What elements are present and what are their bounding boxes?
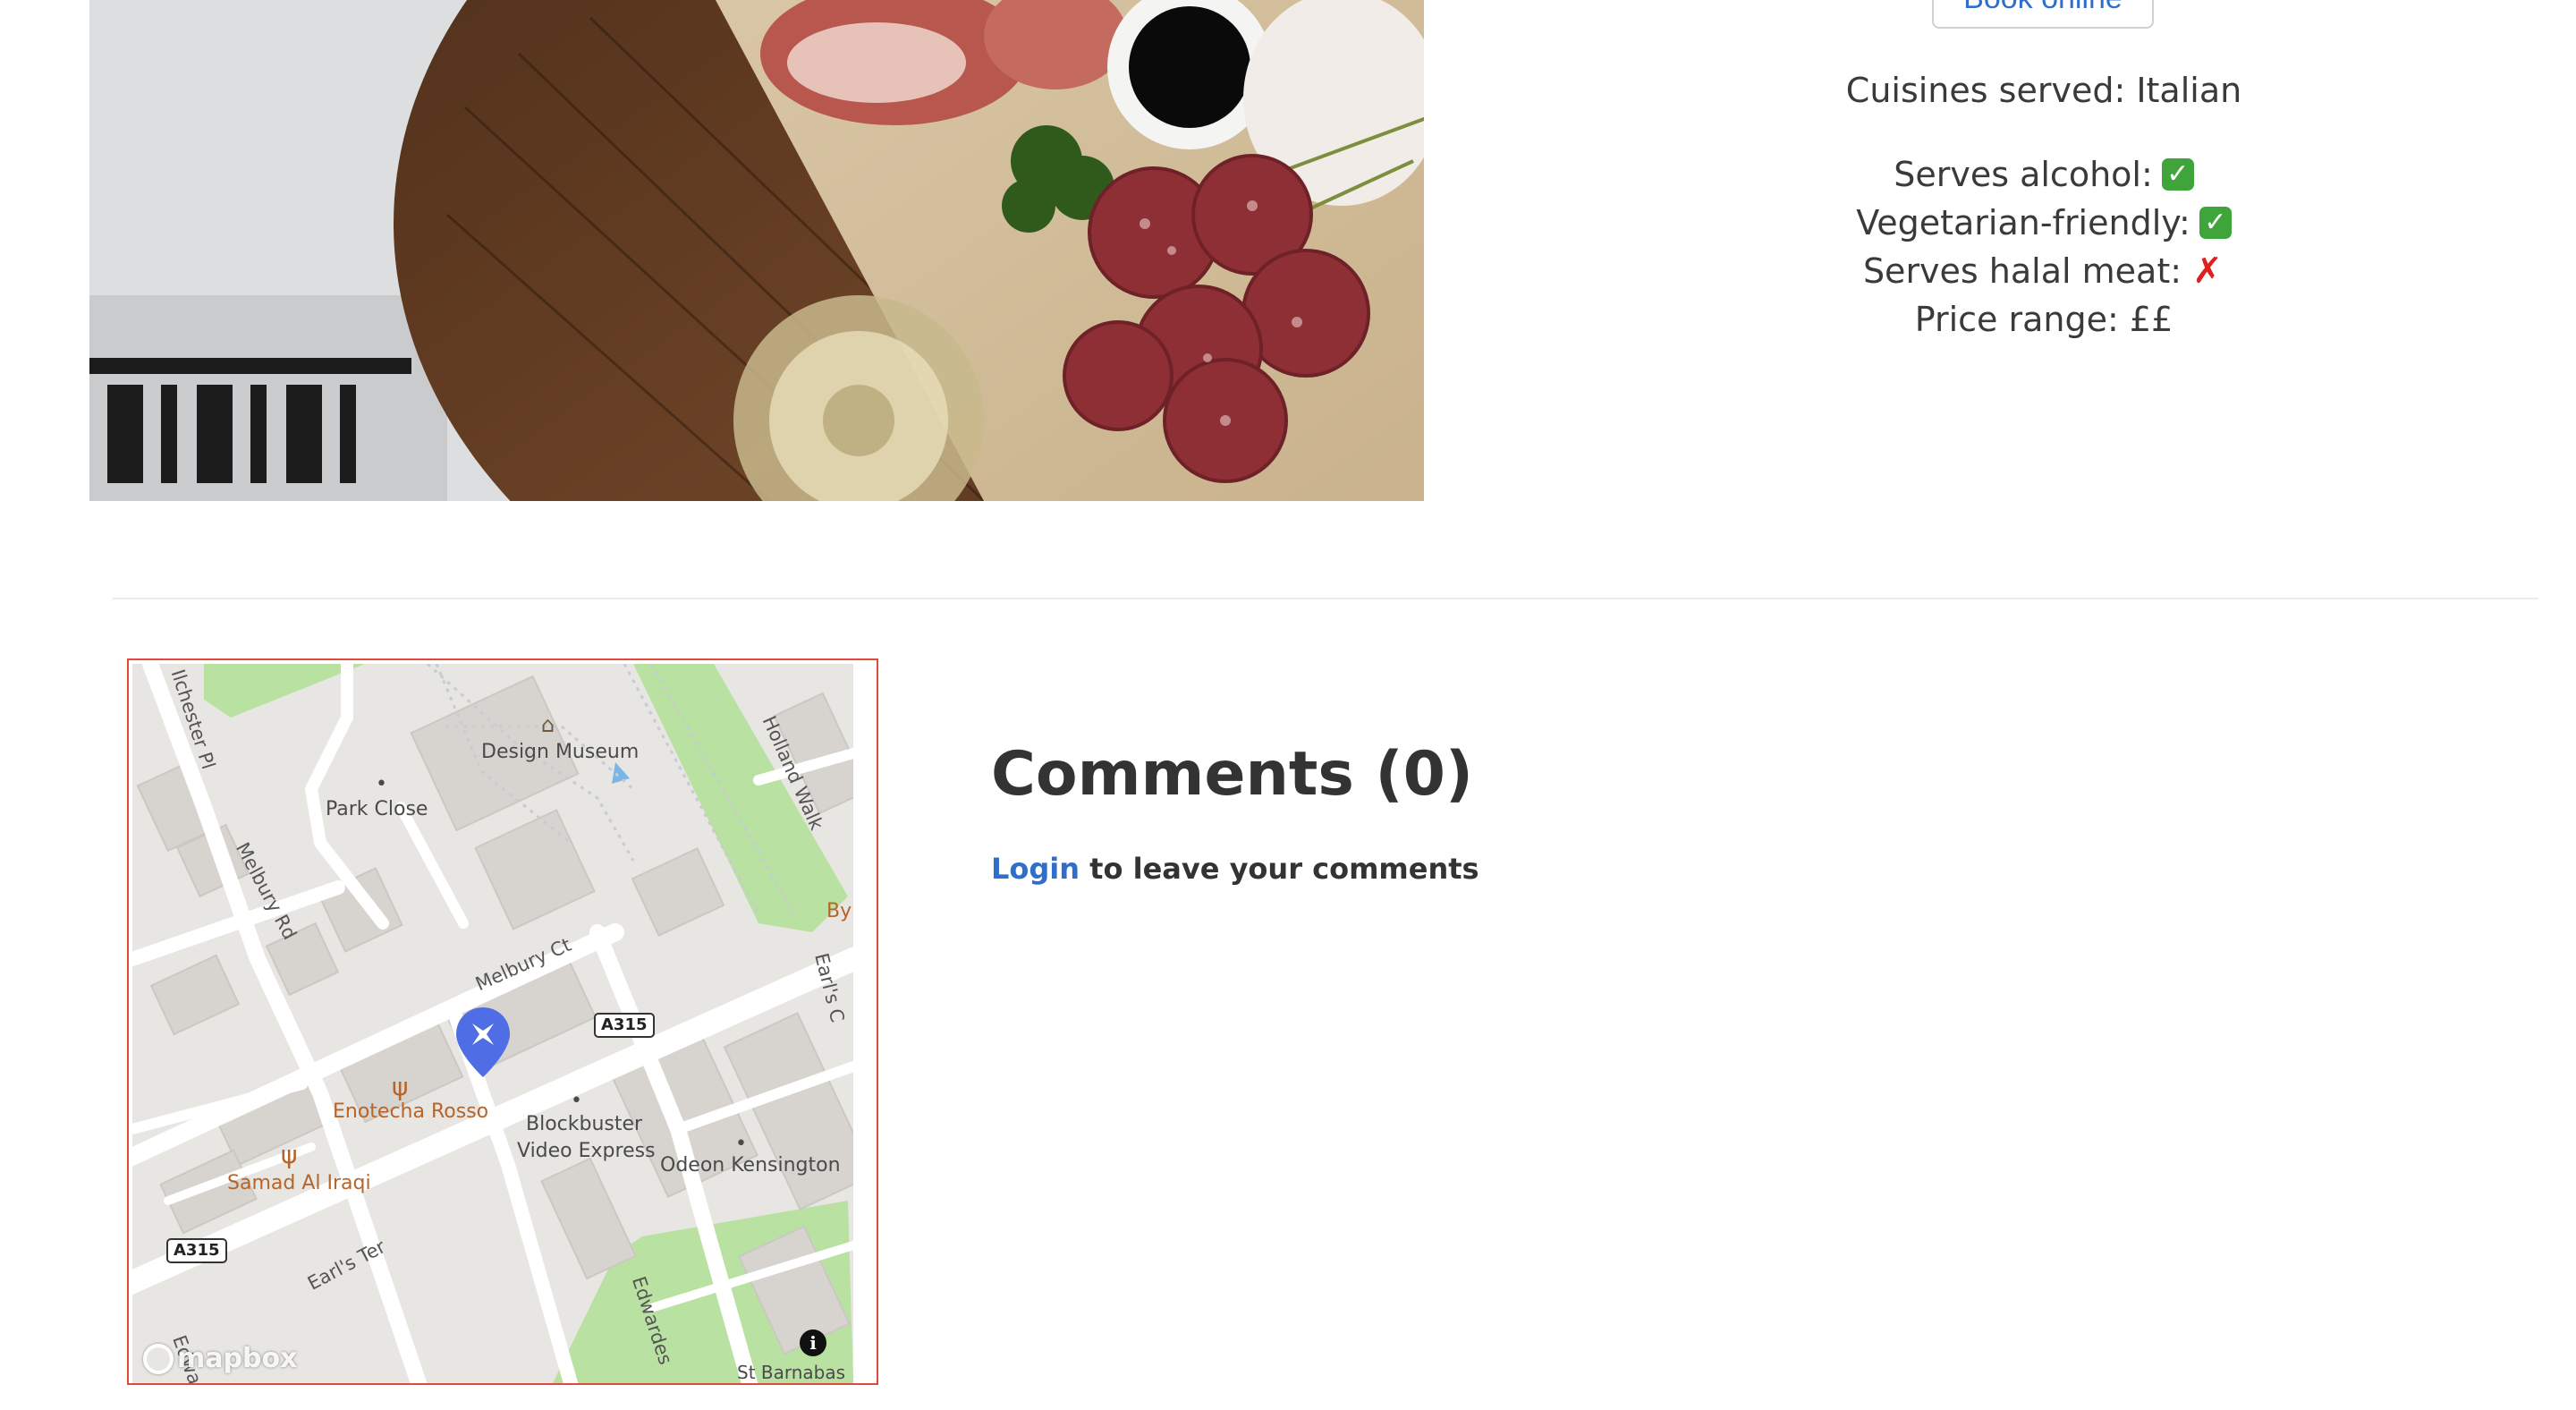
comments-title: Comments (0) (991, 739, 1473, 810)
location-marker-icon[interactable] (454, 1006, 512, 1079)
restaurant-photo (89, 0, 1424, 501)
map-label-st-barnabas: St Barnabas (737, 1362, 846, 1383)
fact-label: Serves halal meat: (1862, 251, 2182, 291)
map-label-blockbuster: Blockbuster (526, 1113, 643, 1135)
fact-label: Vegetarian-friendly: (1856, 203, 2190, 242)
check-icon: ✓ (2199, 207, 2232, 239)
map-label-park-close: Park Close (326, 798, 428, 820)
price-range: Price range: ££ (1914, 300, 2174, 339)
map-container: Design Museum Park Close Ilchester Pl Me… (127, 658, 878, 1385)
fact-halal: Serves halal meat: ✗ (1780, 247, 2308, 295)
map-label-odeon-kensington: Odeon Kensington (660, 1154, 841, 1176)
cuisines-served: Cuisines served: Italian (1845, 71, 2242, 110)
section-divider (113, 598, 2538, 599)
restaurant-icon: ψ (392, 1072, 409, 1101)
poi-dot-icon: • (376, 773, 387, 795)
cross-icon: ✗ (2192, 251, 2223, 292)
fact-label: Serves alcohol: (1894, 155, 2153, 194)
book-online-button[interactable]: Book online (1932, 0, 2154, 29)
restaurant-facts: Serves alcohol: ✓ Vegetarian-friendly: ✓… (1780, 150, 2308, 344)
mapbox-logo[interactable]: mapbox (143, 1343, 297, 1374)
poi-dot-icon: • (571, 1090, 582, 1112)
map-label-samad-al-iraqi: Samad Al Iraqi (227, 1172, 371, 1194)
cuisines-info: Cuisines served: Italian (1780, 66, 2308, 115)
comments-login-prompt: Login to leave your comments (991, 852, 1479, 886)
charcuterie-image (89, 0, 1424, 501)
poi-dot-icon: • (735, 1133, 747, 1155)
login-prompt-text: to leave your comments (1080, 852, 1479, 886)
map-label-video-express: Video Express (517, 1140, 656, 1162)
map-label-enotecha-rosso: Enotecha Rosso (333, 1100, 489, 1123)
login-link[interactable]: Login (991, 852, 1080, 886)
map-label-by: By (826, 900, 852, 922)
mapbox-logo-icon (143, 1343, 174, 1374)
mapbox-wordmark: mapbox (177, 1343, 298, 1374)
map-label-design-museum: Design Museum (481, 741, 640, 763)
road-shield-a315: A315 (166, 1238, 227, 1263)
restaurant-icon: ψ (281, 1140, 298, 1169)
fact-vegetarian: Vegetarian-friendly: ✓ (1780, 199, 2308, 247)
info-icon[interactable]: i (800, 1329, 826, 1356)
location-map[interactable]: Design Museum Park Close Ilchester Pl Me… (132, 664, 853, 1383)
fact-price-range: Price range: ££ (1780, 295, 2308, 344)
museum-icon: ⌂ (541, 712, 555, 737)
fact-alcohol: Serves alcohol: ✓ (1780, 150, 2308, 199)
road-shield-a315: A315 (594, 1013, 655, 1038)
check-icon: ✓ (2161, 158, 2194, 191)
